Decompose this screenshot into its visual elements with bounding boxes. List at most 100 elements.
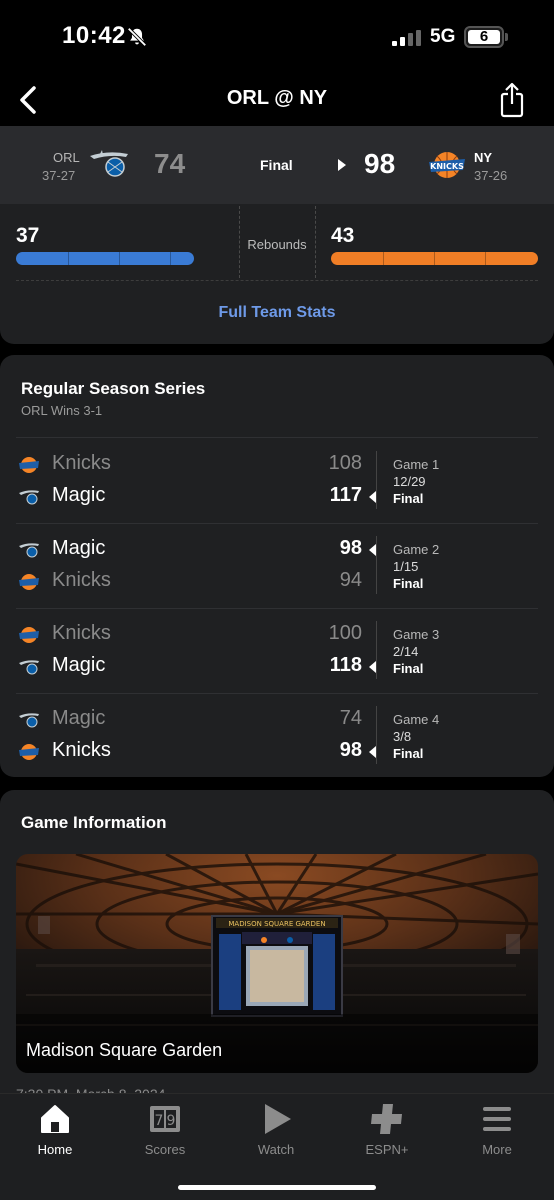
team-score: 98 (339, 739, 362, 761)
game-1-info: Game 1 12/29 Final (393, 456, 513, 507)
home-team-record: 37-26 (474, 168, 508, 183)
home-team-score: 98 (364, 148, 396, 179)
tab-label: Watch (257, 1142, 295, 1157)
svg-text:9: 9 (167, 1113, 176, 1129)
game-4-separator (376, 706, 377, 764)
full-team-stats-link[interactable]: Full Team Stats (0, 304, 554, 322)
game-status: Final (393, 661, 424, 676)
home-rebounds-bar (331, 252, 538, 265)
network-label: 5G (430, 26, 456, 47)
plus-icon (371, 1104, 402, 1134)
team-name: Knicks (52, 622, 111, 644)
tab-bar: Home 7 9 Scores Watch ESPN+ More (0, 1093, 554, 1200)
tab-scores[interactable]: 7 9 Scores (110, 1102, 220, 1157)
game-3-separator (376, 621, 377, 679)
winner-arrow-icon (369, 491, 376, 503)
team-score: 117 (329, 484, 362, 506)
signal-icon (392, 30, 421, 46)
team-name: Knicks (52, 569, 111, 591)
team-score: 108 (328, 452, 362, 474)
tab-label: ESPN+ (365, 1142, 409, 1157)
scores-icon: 7 9 (150, 1106, 180, 1132)
winner-arrow-icon (369, 544, 376, 556)
stat-label: Rebounds (247, 237, 307, 252)
away-rebounds-bar (16, 252, 194, 265)
game-information-card: Game Information MADISON SQUARE GARDEN M… (0, 790, 554, 1120)
knicks-logo-icon (18, 571, 40, 593)
home-rebounds-value: 43 (331, 224, 355, 247)
battery-icon: 6 (464, 26, 504, 48)
team-name: Knicks (52, 452, 111, 474)
game-date: 2/14 (393, 644, 419, 659)
team-name: Magic (52, 707, 106, 729)
game-status: Final (393, 491, 424, 506)
winner-arrow-icon (338, 159, 346, 171)
game-2-separator (376, 536, 377, 594)
game-label: Game 2 (393, 542, 440, 557)
game-label: Game 4 (393, 712, 440, 727)
series-title: Regular Season Series (21, 379, 206, 398)
game-info-title: Game Information (21, 813, 167, 832)
away-team-abbr: ORL (53, 150, 80, 165)
team-name: Magic (52, 484, 106, 506)
team-name: Magic (52, 654, 106, 676)
status-time: 10:42 (62, 22, 126, 49)
game-2-info: Game 2 1/15 Final (393, 541, 513, 592)
tab-espn-plus[interactable]: ESPN+ (332, 1102, 442, 1157)
svg-text:MADISON SQUARE GARDEN: MADISON SQUARE GARDEN (228, 920, 325, 928)
home-indicator (178, 1185, 376, 1190)
tab-more[interactable]: More (442, 1102, 552, 1157)
team-score: 74 (339, 707, 362, 729)
knicks-logo-icon: KNICKS (429, 152, 465, 178)
series-divider (16, 693, 538, 694)
status-bar: 10:42 5G 6 (0, 0, 554, 76)
battery-level: 6 (468, 29, 500, 44)
share-button[interactable] (494, 80, 530, 120)
knicks-logo-icon (18, 624, 40, 646)
game-4-info: Game 4 3/8 Final (393, 711, 513, 762)
magic-logo-icon (18, 656, 40, 678)
bell-off-icon (127, 27, 147, 47)
page-title: ORL @ NY (226, 87, 328, 109)
tab-watch[interactable]: Watch (221, 1102, 331, 1157)
away-team-record: 37-27 (42, 168, 76, 183)
tab-home[interactable]: Home (0, 1102, 110, 1157)
team-score: 94 (339, 569, 362, 591)
magic-logo-icon (18, 539, 40, 561)
game-status: Final (393, 746, 424, 761)
tab-label: Home (37, 1142, 73, 1157)
stat-divider-bottom (16, 280, 538, 281)
winner-arrow-icon (369, 746, 376, 758)
game-label: Game 1 (393, 457, 440, 472)
magic-logo-icon (18, 709, 40, 731)
series-divider (16, 523, 538, 524)
series-divider (16, 437, 538, 438)
svg-text:7: 7 (155, 1113, 164, 1129)
tab-label: More (482, 1142, 512, 1157)
game-date: 12/29 (393, 474, 426, 489)
game-1-separator (376, 451, 377, 509)
venue-name: Madison Square Garden (26, 1040, 223, 1060)
knicks-logo-icon (18, 741, 40, 763)
home-icon (41, 1105, 69, 1133)
away-team-score: 74 (154, 148, 186, 179)
stat-divider-right (315, 206, 316, 278)
battery-nub (505, 33, 508, 41)
team-score: 98 (339, 537, 362, 559)
scoreboard-header[interactable]: ORL 37-27 74 Final 98 KNICKS NY 37-26 (0, 126, 554, 204)
team-name: Magic (52, 537, 106, 559)
knicks-logo-icon (18, 454, 40, 476)
play-icon (265, 1104, 291, 1134)
away-rebounds-value: 37 (16, 224, 40, 247)
svg-text:KNICKS: KNICKS (430, 162, 464, 171)
tab-label: Scores (144, 1142, 186, 1157)
game-label: Game 3 (393, 627, 440, 642)
team-name: Knicks (52, 739, 111, 761)
series-subtitle: ORL Wins 3-1 (21, 403, 103, 418)
game-date: 3/8 (393, 729, 412, 744)
series-divider (16, 608, 538, 609)
home-team-abbr: NY (474, 150, 493, 165)
team-score: 118 (329, 654, 362, 676)
magic-logo-icon (18, 486, 40, 508)
nav-bar: ORL @ NY (0, 76, 554, 126)
